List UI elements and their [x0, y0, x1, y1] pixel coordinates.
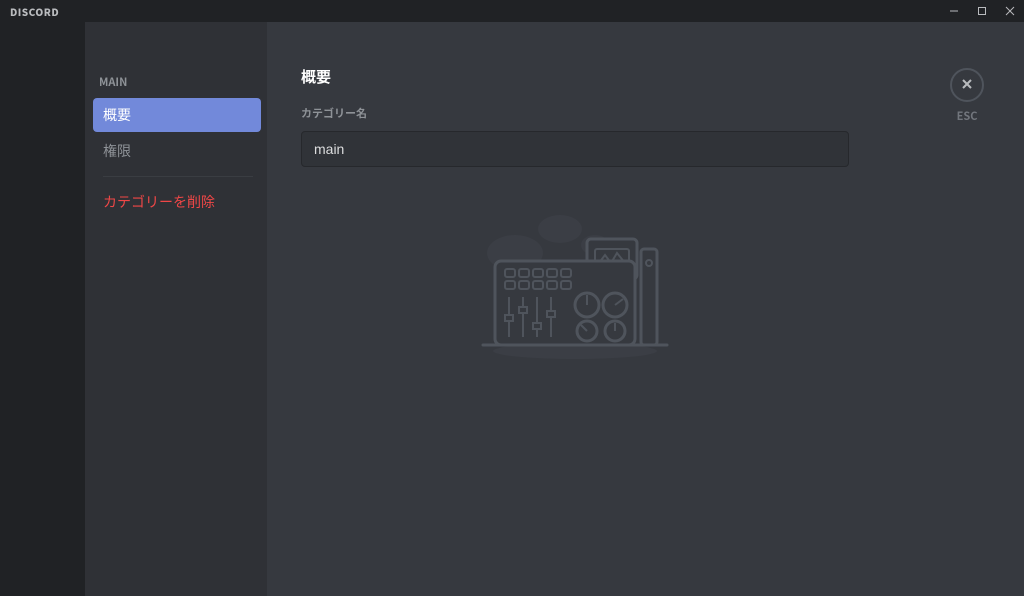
sidebar-item-overview[interactable]: 概要 [93, 98, 261, 132]
app-logo: DISCORD [10, 4, 59, 19]
sidebar-item-label: カテゴリーを削除 [103, 192, 215, 212]
settings-sidebar: MAIN 概要 権限 カテゴリーを削除 [85, 22, 267, 596]
sidebar-item-label: 権限 [103, 141, 131, 161]
page-title: 概要 [301, 66, 964, 87]
empty-state-illustration [301, 211, 849, 361]
category-name-input[interactable] [301, 131, 849, 167]
titlebar: DISCORD [0, 0, 1024, 22]
close-button[interactable] [950, 68, 984, 102]
left-gutter [0, 22, 85, 596]
sidebar-item-permissions[interactable]: 権限 [93, 134, 261, 168]
settings-content: 概要 カテゴリー名 [267, 22, 1024, 596]
window-maximize-button[interactable] [968, 0, 996, 22]
close-icon [959, 73, 975, 97]
window-minimize-button[interactable] [940, 0, 968, 22]
sidebar-separator [103, 176, 253, 177]
category-name-label: カテゴリー名 [301, 105, 964, 121]
sidebar-item-label: 概要 [103, 105, 131, 125]
sidebar-section-header: MAIN [85, 68, 267, 96]
window-close-button[interactable] [996, 0, 1024, 22]
close-esc-label: ESC [957, 108, 978, 124]
sidebar-item-delete-category[interactable]: カテゴリーを削除 [93, 185, 261, 219]
